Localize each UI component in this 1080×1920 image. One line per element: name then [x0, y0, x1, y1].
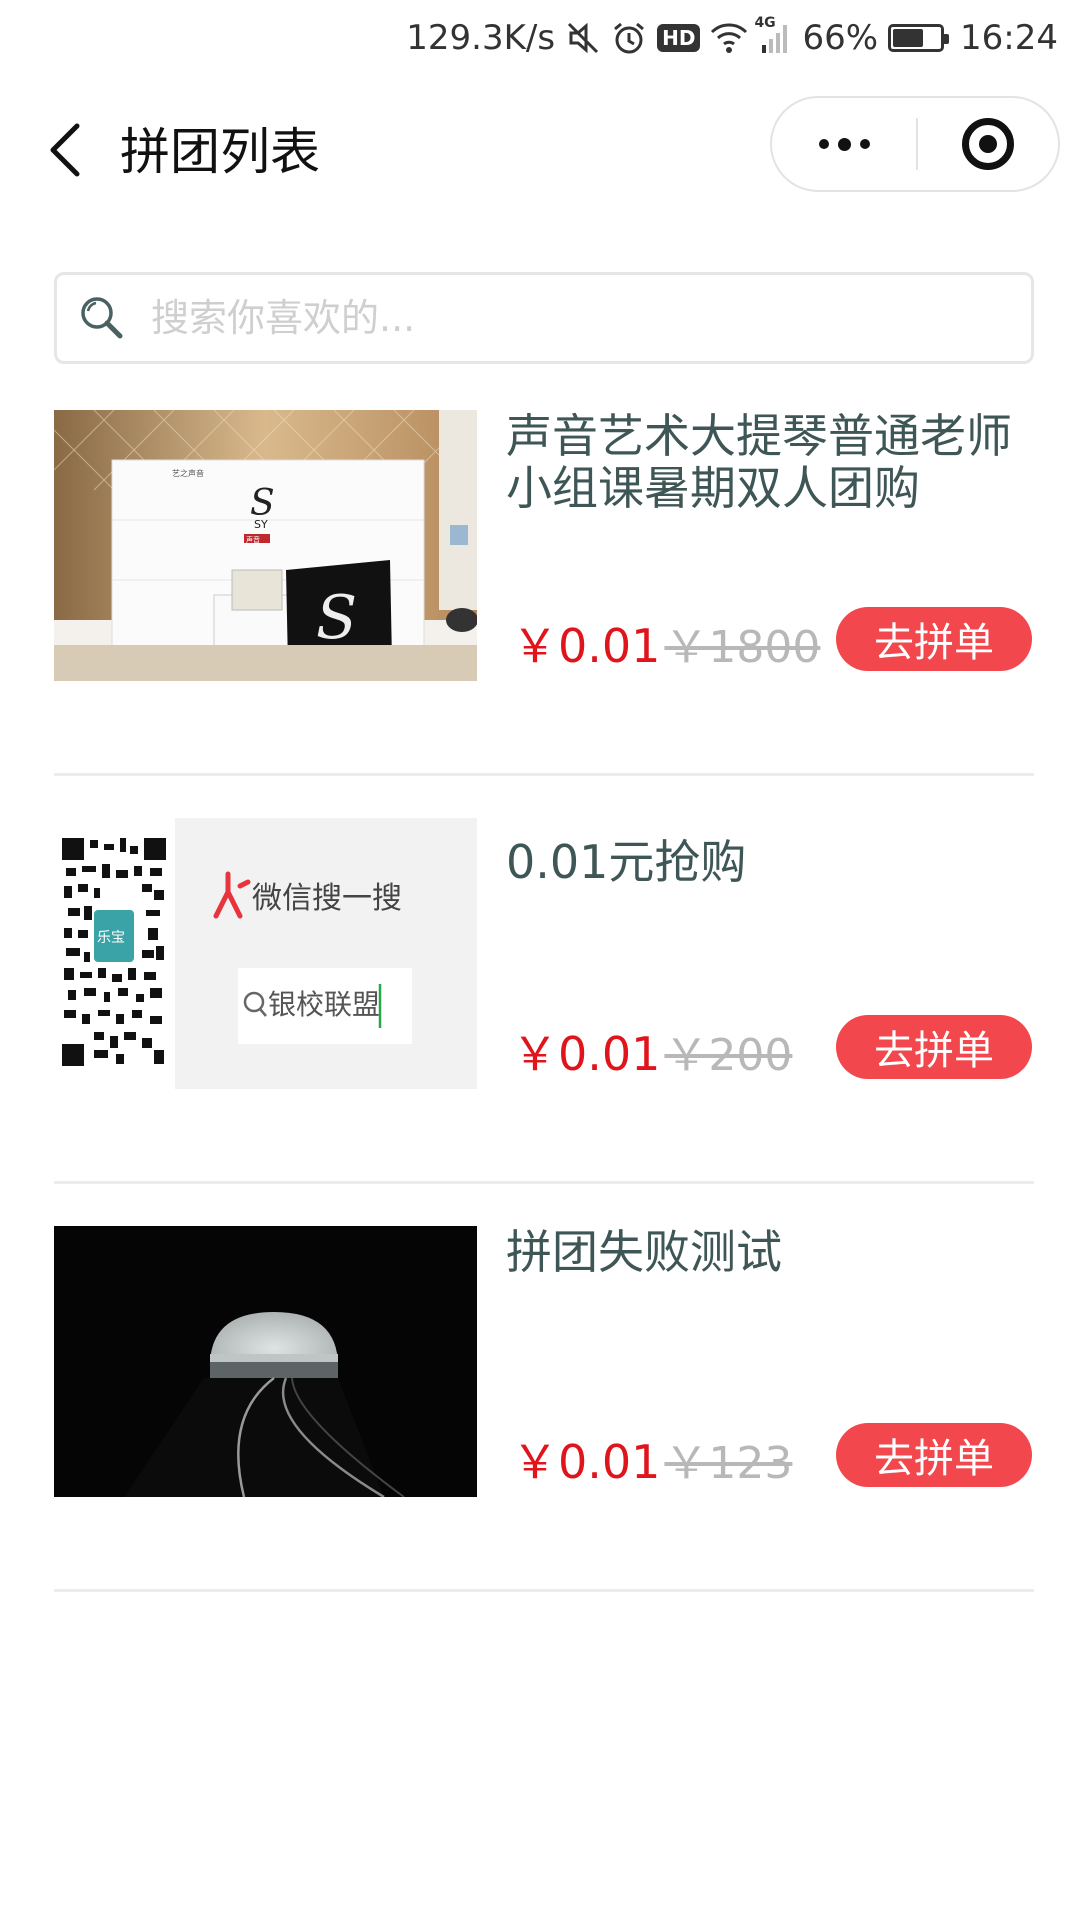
join-group-button[interactable]: 去拼单: [836, 607, 1032, 671]
sale-price: ￥0.01: [512, 619, 661, 673]
brand-text: 声音: [246, 535, 260, 544]
cell-signal-icon: 4G: [754, 15, 792, 55]
page-title: 拼团列表: [120, 123, 320, 181]
search-bar[interactable]: [54, 272, 1034, 364]
list-item[interactable]: 乐宝 微信搜一搜 银校联盟 0.01元抢购 ￥0.01 ￥200 去拼单: [54, 818, 1034, 1184]
nav-bar: 拼团列表: [0, 76, 1080, 216]
price-row: ￥0.01 ￥1800: [512, 610, 820, 676]
status-bar: 129.3K/s HD 4G 66% 16:24: [0, 0, 1080, 76]
groupbuy-list: 艺之声音 S SY 声音 S 声音艺术大提琴普通老师小组课暑期双人团购 ￥0.0…: [54, 410, 1034, 1592]
original-price: ￥1800: [664, 622, 821, 673]
network-speed: 129.3K/s: [406, 18, 556, 58]
close-miniprogram-button[interactable]: [918, 98, 1058, 190]
more-button[interactable]: [772, 98, 916, 190]
promo-search-title: 微信搜一搜: [252, 881, 402, 916]
target-close-icon: [962, 118, 1014, 170]
price-row: ￥0.01 ￥200: [512, 1018, 792, 1084]
original-price: ￥123: [664, 1438, 793, 1489]
join-group-button[interactable]: 去拼单: [836, 1015, 1032, 1079]
battery-icon: [888, 24, 950, 52]
sale-price: ￥0.01: [512, 1027, 661, 1081]
price-row: ￥0.01 ￥123: [512, 1426, 792, 1492]
svg-text:S: S: [316, 583, 357, 653]
more-dots-icon: [818, 137, 870, 151]
original-price: ￥200: [664, 1030, 793, 1081]
item-title: 声音艺术大提琴普通老师小组课暑期双人团购: [506, 409, 1012, 515]
qr-badge-text: 乐宝: [97, 930, 125, 946]
wall-text: 艺之声音: [172, 468, 204, 478]
sale-price: ￥0.01: [512, 1435, 661, 1489]
hd-badge: HD: [657, 24, 701, 52]
alarm-icon: [611, 20, 647, 56]
mute-icon: [565, 20, 601, 56]
list-item[interactable]: 艺之声音 S SY 声音 S 声音艺术大提琴普通老师小组课暑期双人团购 ￥0.0…: [54, 410, 1034, 776]
qr-code-icon: 乐宝: [62, 838, 166, 1068]
item-title: 拼团失败测试: [506, 1225, 782, 1279]
product-image[interactable]: 乐宝 微信搜一搜 银校联盟: [54, 818, 477, 1089]
signal-label: 4G: [754, 15, 776, 31]
product-image[interactable]: 艺之声音 S SY 声音 S: [54, 410, 477, 681]
search-input[interactable]: [149, 295, 973, 341]
promo-search-term: 银校联盟: [268, 988, 380, 1021]
join-group-button[interactable]: 去拼单: [836, 1423, 1032, 1487]
status-bar-right: 129.3K/s HD 4G 66% 16:24: [406, 10, 1058, 66]
chevron-left-icon: [50, 123, 80, 177]
wifi-icon: [710, 22, 748, 54]
search-icon: [81, 297, 123, 339]
logo-text: SY: [254, 518, 268, 531]
capsule-menu: [770, 96, 1060, 192]
battery-percent: 66%: [802, 18, 879, 58]
item-title: 0.01元抢购: [506, 835, 747, 889]
list-item[interactable]: 拼团失败测试 ￥0.01 ￥123 去拼单: [54, 1226, 1034, 1592]
clock: 16:24: [960, 18, 1058, 58]
product-image[interactable]: [54, 1226, 477, 1497]
back-button[interactable]: [34, 114, 94, 186]
